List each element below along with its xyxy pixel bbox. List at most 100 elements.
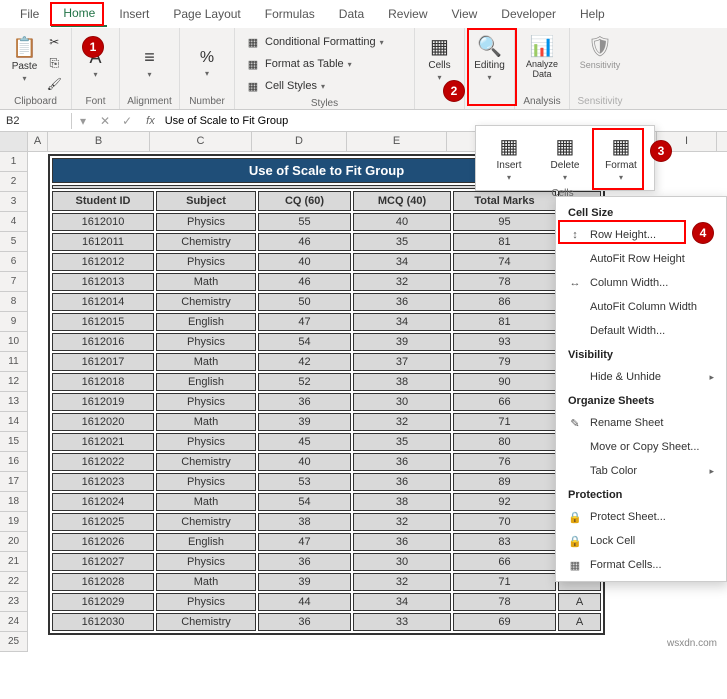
table-cell[interactable]: 93 — [453, 333, 556, 351]
table-cell[interactable]: 36 — [258, 393, 351, 411]
tab-file[interactable]: File — [8, 2, 51, 26]
table-cell[interactable]: 30 — [353, 393, 451, 411]
table-cell[interactable]: English — [156, 313, 256, 331]
table-cell[interactable]: 95 — [453, 213, 556, 231]
menu-default-width[interactable]: Default Width... — [556, 319, 726, 343]
table-cell[interactable]: 81 — [453, 313, 556, 331]
table-cell[interactable]: Chemistry — [156, 513, 256, 531]
table-cell[interactable]: 34 — [353, 313, 451, 331]
fx-icon[interactable]: fx — [138, 115, 163, 127]
header-studentid[interactable]: Student ID — [52, 191, 154, 211]
table-cell[interactable]: 45 — [258, 433, 351, 451]
cells-button[interactable]: ▦ Cells ▾ — [421, 32, 458, 84]
table-cell[interactable]: 80 — [453, 433, 556, 451]
table-cell[interactable]: 1612010 — [52, 213, 154, 231]
menu-rename-sheet[interactable]: ✎Rename Sheet — [556, 411, 726, 435]
editing-button[interactable]: 🔍 Editing ▾ — [471, 32, 508, 84]
analyze-data-button[interactable]: 📊 Analyze Data — [521, 32, 563, 82]
table-cell[interactable]: 66 — [453, 393, 556, 411]
percent-icon[interactable]: % — [200, 49, 214, 67]
table-cell[interactable]: 40 — [258, 253, 351, 271]
enter-formula-icon[interactable]: ✓ — [116, 114, 138, 128]
table-cell[interactable]: English — [156, 373, 256, 391]
tab-home[interactable]: Home — [51, 1, 107, 27]
table-cell[interactable]: 35 — [353, 233, 451, 251]
table-cell[interactable]: Chemistry — [156, 233, 256, 251]
table-cell[interactable]: 79 — [453, 353, 556, 371]
tab-data[interactable]: Data — [327, 2, 376, 26]
row-header[interactable]: 23 — [0, 592, 28, 612]
delete-button[interactable]: ▦ Delete ▾ — [542, 132, 588, 184]
table-cell[interactable]: Math — [156, 573, 256, 591]
row-header[interactable]: 12 — [0, 372, 28, 392]
table-cell[interactable]: Math — [156, 353, 256, 371]
table-cell[interactable]: 1612027 — [52, 553, 154, 571]
tab-page-layout[interactable]: Page Layout — [161, 2, 252, 26]
col-header-E[interactable]: E — [347, 132, 447, 151]
format-painter-button[interactable]: 🖌 — [45, 75, 63, 93]
row-header[interactable]: 10 — [0, 332, 28, 352]
menu-format-cells[interactable]: ▦Format Cells... — [556, 553, 726, 577]
table-cell[interactable]: 50 — [258, 293, 351, 311]
table-cell[interactable]: 39 — [258, 573, 351, 591]
row-header[interactable]: 25 — [0, 632, 28, 652]
table-cell[interactable]: 54 — [258, 333, 351, 351]
table-cell[interactable]: 92 — [453, 493, 556, 511]
table-cell[interactable]: 1612021 — [52, 433, 154, 451]
table-cell[interactable]: 47 — [258, 313, 351, 331]
table-cell[interactable]: 35 — [353, 433, 451, 451]
table-cell[interactable]: 32 — [353, 513, 451, 531]
table-cell[interactable]: 46 — [258, 273, 351, 291]
tab-developer[interactable]: Developer — [489, 2, 568, 26]
table-cell[interactable]: 66 — [453, 553, 556, 571]
table-cell[interactable]: 36 — [353, 453, 451, 471]
menu-hide-unhide[interactable]: Hide & Unhide — [556, 365, 726, 389]
table-cell[interactable]: 53 — [258, 473, 351, 491]
tab-help[interactable]: Help — [568, 2, 617, 26]
table-cell[interactable]: Chemistry — [156, 293, 256, 311]
format-button[interactable]: ▦ Format ▾ — [598, 132, 644, 184]
table-cell[interactable]: 38 — [353, 373, 451, 391]
table-cell[interactable]: Chemistry — [156, 613, 256, 631]
table-cell[interactable]: 37 — [353, 353, 451, 371]
table-cell[interactable]: 78 — [453, 593, 556, 611]
table-cell[interactable]: 1612029 — [52, 593, 154, 611]
row-header[interactable]: 3 — [0, 192, 28, 212]
table-cell[interactable]: Math — [156, 413, 256, 431]
row-header[interactable]: 9 — [0, 312, 28, 332]
menu-move-copy[interactable]: Move or Copy Sheet... — [556, 435, 726, 459]
cell-styles-button[interactable]: ▦Cell Styles ▾ — [241, 76, 329, 96]
col-header-B[interactable]: B — [48, 132, 150, 151]
row-header[interactable]: 22 — [0, 572, 28, 592]
menu-autofit-col[interactable]: AutoFit Column Width — [556, 295, 726, 319]
table-cell[interactable]: 1612022 — [52, 453, 154, 471]
menu-tab-color[interactable]: Tab Color — [556, 459, 726, 483]
table-cell[interactable]: 89 — [453, 473, 556, 491]
header-cq[interactable]: CQ (60) — [258, 191, 351, 211]
table-cell[interactable]: 71 — [453, 573, 556, 591]
copy-button[interactable]: ⎘ — [45, 54, 63, 72]
table-cell[interactable]: 42 — [258, 353, 351, 371]
table-cell[interactable]: 32 — [353, 273, 451, 291]
table-cell[interactable]: Physics — [156, 333, 256, 351]
table-cell[interactable]: Physics — [156, 593, 256, 611]
row-header[interactable]: 13 — [0, 392, 28, 412]
table-cell[interactable]: 1612026 — [52, 533, 154, 551]
table-cell[interactable]: 34 — [353, 253, 451, 271]
table-cell[interactable]: 69 — [453, 613, 556, 631]
table-cell[interactable]: 1612019 — [52, 393, 154, 411]
table-cell[interactable]: 1612014 — [52, 293, 154, 311]
table-cell[interactable]: 1612025 — [52, 513, 154, 531]
header-mcq[interactable]: MCQ (40) — [353, 191, 451, 211]
table-cell[interactable]: 83 — [453, 533, 556, 551]
table-cell[interactable]: 86 — [453, 293, 556, 311]
table-cell[interactable]: 1612030 — [52, 613, 154, 631]
table-cell[interactable]: Chemistry — [156, 453, 256, 471]
table-cell[interactable]: 1612023 — [52, 473, 154, 491]
alignment-icon[interactable]: ≡ — [144, 47, 155, 68]
table-cell[interactable]: 78 — [453, 273, 556, 291]
menu-protect-sheet[interactable]: 🔒Protect Sheet... — [556, 505, 726, 529]
table-cell[interactable]: Math — [156, 493, 256, 511]
row-header[interactable]: 7 — [0, 272, 28, 292]
table-cell[interactable]: 55 — [258, 213, 351, 231]
